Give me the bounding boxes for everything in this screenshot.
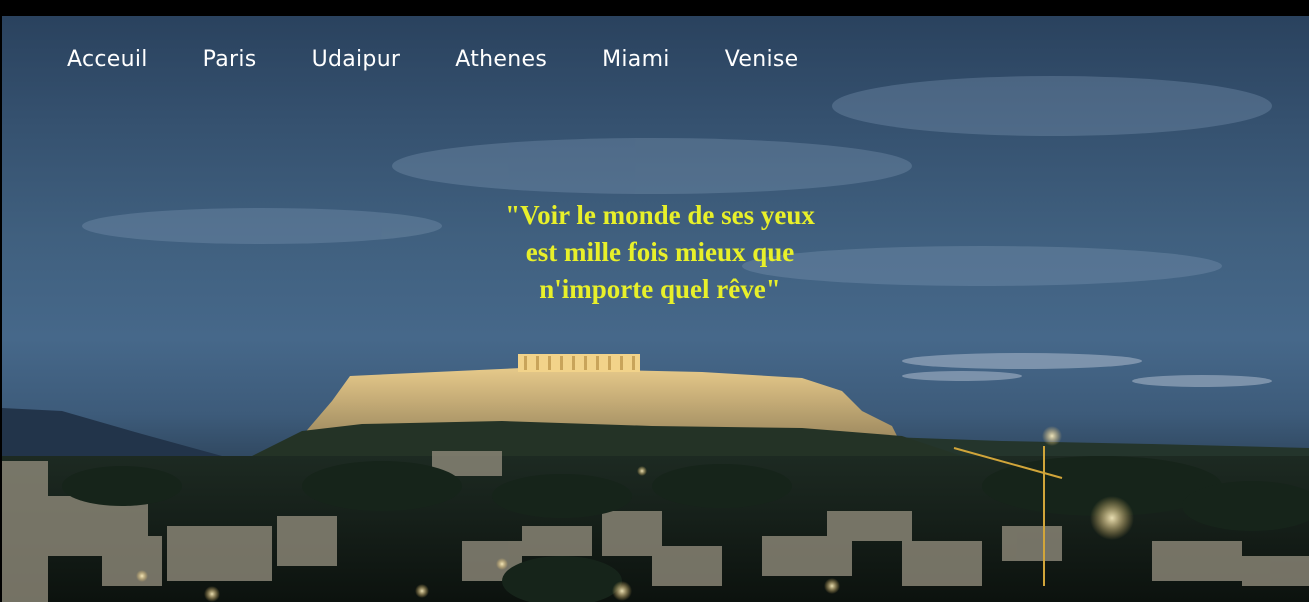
nav-link-miami[interactable]: Miami: [602, 46, 670, 74]
hero-background-photo: Acceuil Paris Udaipur Athenes Miami Veni…: [2, 16, 1309, 602]
nav-link-udaipur[interactable]: Udaipur: [312, 46, 401, 74]
nav-link-venise[interactable]: Venise: [725, 46, 799, 74]
top-black-bar: [0, 0, 1309, 16]
nav-link-acceuil[interactable]: Acceuil: [67, 46, 148, 74]
athens-acropolis-scene: [2, 76, 1309, 602]
main-nav: Acceuil Paris Udaipur Athenes Miami Veni…: [67, 46, 853, 74]
page: Acceuil Paris Udaipur Athenes Miami Veni…: [0, 0, 1309, 602]
nav-link-paris[interactable]: Paris: [203, 46, 257, 74]
nav-link-athenes[interactable]: Athenes: [455, 46, 547, 74]
hero-quote: "Voir le monde de ses yeux est mille foi…: [505, 200, 815, 304]
